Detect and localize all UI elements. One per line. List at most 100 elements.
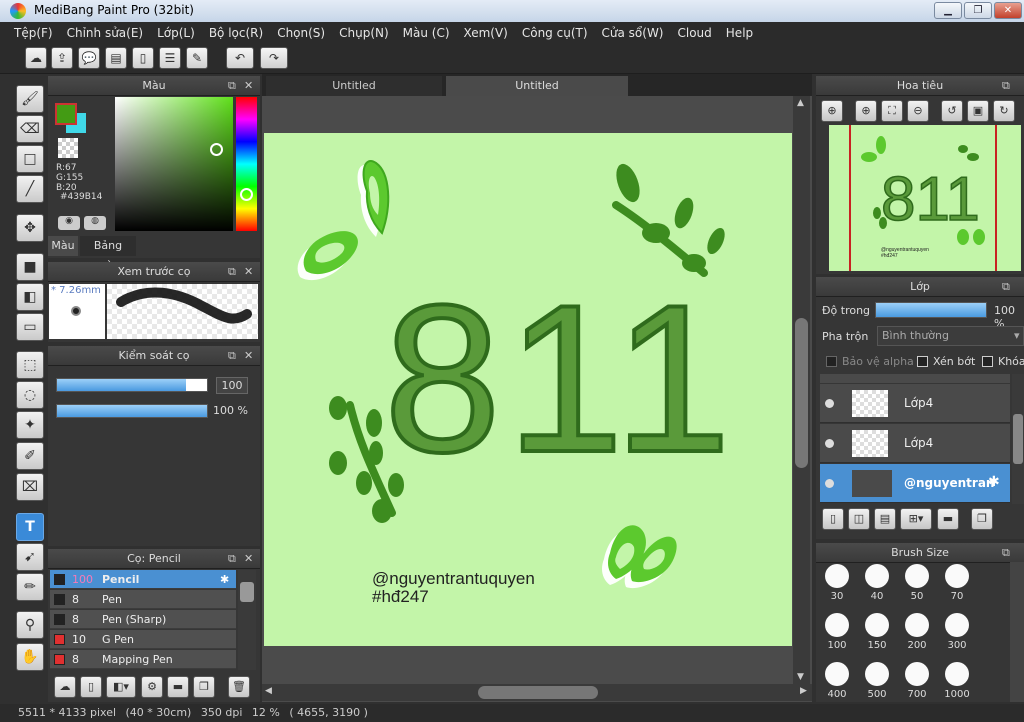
brush-size-option[interactable]: 1000 [938, 660, 976, 708]
eye-icon[interactable] [825, 399, 834, 408]
brush-item-pencil[interactable]: 100 Pencil ✱ [50, 570, 236, 589]
add-layer-dropdown-icon[interactable]: ⊞▾ [900, 508, 932, 530]
eyedropper-tool-icon[interactable]: ⚲ [16, 611, 44, 639]
layer-opacity-slider[interactable] [875, 302, 987, 318]
menu-help[interactable]: Help [719, 26, 760, 40]
duplicate-brush-icon[interactable]: ❐ [193, 676, 215, 698]
brush-item-mapping-pen[interactable]: 8 Mapping Pen [50, 650, 236, 669]
menu-file[interactable]: Tệp(F) [0, 26, 60, 40]
brush-item-pen-sharp[interactable]: 8 Pen (Sharp) [50, 610, 236, 629]
zoom-out-icon[interactable]: ⊖ [907, 100, 929, 122]
undock-icon[interactable]: ⧉ [228, 262, 236, 282]
layer-scrollbar[interactable] [1012, 374, 1024, 504]
layer-scroll-thumb[interactable] [1013, 414, 1023, 464]
brush-tool-icon[interactable]: 🖌 [16, 85, 44, 113]
brush-settings-icon[interactable]: ⚙ [141, 676, 163, 698]
maximize-button[interactable]: ❐ [964, 2, 992, 19]
menu-window[interactable]: Cửa sổ(W) [595, 26, 671, 40]
brush-size-option[interactable]: 150 [858, 611, 896, 659]
eye-icon[interactable] [825, 439, 834, 448]
layer-row[interactable]: Lớp4 [820, 384, 1010, 423]
brush-item-g-pen[interactable]: 10 G Pen [50, 630, 236, 649]
scroll-left-arrow-icon[interactable]: ◀ [265, 686, 272, 696]
canvas-horizontal-scroll-thumb[interactable] [478, 686, 598, 699]
brush-size-value[interactable]: 100 [216, 377, 248, 394]
menu-cloud[interactable]: Cloud [671, 26, 719, 40]
gear-icon[interactable]: ✱ [988, 474, 1000, 490]
panel-close-icon[interactable]: ✕ [244, 262, 253, 282]
clipping-checkbox[interactable] [917, 356, 928, 367]
undock-icon[interactable]: ⧉ [228, 76, 236, 96]
edit-page-icon[interactable]: ✎ [186, 47, 208, 69]
layer-row[interactable]: Lớp4 [820, 424, 1010, 463]
layer-row-selected[interactable]: @nguyentran ✱ [820, 464, 1010, 503]
canvas-vertical-scroll-thumb[interactable] [795, 318, 808, 468]
hand-tool-icon[interactable]: ✋ [16, 643, 44, 671]
tab-untitled-2[interactable]: Untitled [446, 76, 628, 96]
rotate-left-icon[interactable]: ↺ [941, 100, 963, 122]
select-pen-tool-icon[interactable]: ✐ [16, 442, 44, 470]
redo-icon[interactable]: ↷ [260, 47, 288, 69]
zoom-in-icon[interactable]: ⊕ [821, 100, 843, 122]
panel-close-icon[interactable]: ✕ [244, 346, 253, 366]
cloud-icon[interactable]: ☁ [25, 47, 47, 69]
canvas-vertical-scrollbar[interactable]: ▲ ▼ [793, 96, 810, 686]
scroll-up-arrow-icon[interactable]: ▲ [797, 98, 804, 108]
blend-mode-select[interactable]: Bình thường ▾ [877, 326, 1024, 346]
gear-icon[interactable]: ✱ [220, 570, 229, 589]
scroll-down-arrow-icon[interactable]: ▼ [797, 672, 804, 682]
drawing-canvas[interactable]: 811 @nguyentrantuquyen #hđ247 [264, 133, 792, 646]
saturation-value-picker[interactable] [115, 97, 233, 231]
undo-icon[interactable]: ↶ [226, 47, 254, 69]
hue-slider-handle[interactable] [240, 188, 253, 201]
folder-icon[interactable]: ▬ [167, 676, 189, 698]
lasso-tool-icon[interactable]: ◌ [16, 381, 44, 409]
menu-filter[interactable]: Bộ lọc(R) [202, 26, 270, 40]
brush-size-option[interactable]: 500 [858, 660, 896, 708]
upload-icon[interactable]: ⇪ [51, 47, 73, 69]
brush-size-slider[interactable] [56, 378, 208, 392]
brush-size-option[interactable]: 30 [818, 562, 856, 610]
primary-color-swatch[interactable] [55, 103, 77, 125]
brush-size-option[interactable]: 40 [858, 562, 896, 610]
brush-item-pen[interactable]: 8 Pen [50, 590, 236, 609]
eraser-tool-icon[interactable]: ⌫ [16, 115, 44, 143]
brush-size-scrollbar[interactable] [1010, 562, 1024, 702]
brush-size-option[interactable]: 100 [818, 611, 856, 659]
speech-bubble-icon[interactable]: 💬 [78, 47, 100, 69]
tab-color[interactable]: Màu [48, 236, 78, 256]
new-halftone-layer-icon[interactable]: ◫ [848, 508, 870, 530]
rotate-right-icon[interactable]: ↻ [993, 100, 1015, 122]
undock-icon[interactable]: ⧉ [1002, 76, 1010, 96]
bucket-tool-icon[interactable]: ◧ [16, 283, 44, 311]
brush-list-scroll-thumb[interactable] [240, 582, 254, 602]
eye-icon[interactable] [825, 479, 834, 488]
undock-icon[interactable]: ⧉ [1002, 543, 1010, 563]
fill-rect-tool-icon[interactable]: ■ [16, 253, 44, 281]
line-tool-icon[interactable]: ╱ [16, 175, 44, 203]
page-icon[interactable]: ▯ [132, 47, 154, 69]
close-button[interactable]: ✕ [994, 2, 1022, 19]
color-history-icon[interactable]: ◍ [84, 216, 106, 230]
minimize-button[interactable]: ▁ [934, 2, 962, 19]
menu-view[interactable]: Xem(V) [457, 26, 515, 40]
scroll-right-arrow-icon[interactable]: ▶ [800, 686, 807, 696]
menu-select[interactable]: Chọn(S) [270, 26, 332, 40]
undock-icon[interactable]: ⧉ [228, 346, 236, 366]
move-tool-icon[interactable]: ✥ [16, 214, 44, 242]
menu-color[interactable]: Màu (C) [396, 26, 457, 40]
brush-size-option[interactable]: 700 [898, 660, 936, 708]
brush-opacity-slider[interactable] [56, 404, 208, 418]
new-layer-icon[interactable]: ▯ [822, 508, 844, 530]
reset-rotation-icon[interactable]: ▣ [967, 100, 989, 122]
trash-icon[interactable]: 🗑 [228, 676, 250, 698]
color-wheel-icon[interactable]: ◉ [58, 216, 80, 230]
hue-slider[interactable] [236, 97, 257, 231]
magic-wand-tool-icon[interactable]: ✦ [16, 411, 44, 439]
brush-cloud-icon[interactable]: ☁ [54, 676, 76, 698]
new-brush-icon[interactable]: ▯ [80, 676, 102, 698]
rectangle-tool-icon[interactable]: □ [16, 145, 44, 173]
brush-size-option[interactable]: 50 [898, 562, 936, 610]
menu-capture[interactable]: Chụp(N) [332, 26, 396, 40]
zoom-in-2-icon[interactable]: ⊕ [855, 100, 877, 122]
